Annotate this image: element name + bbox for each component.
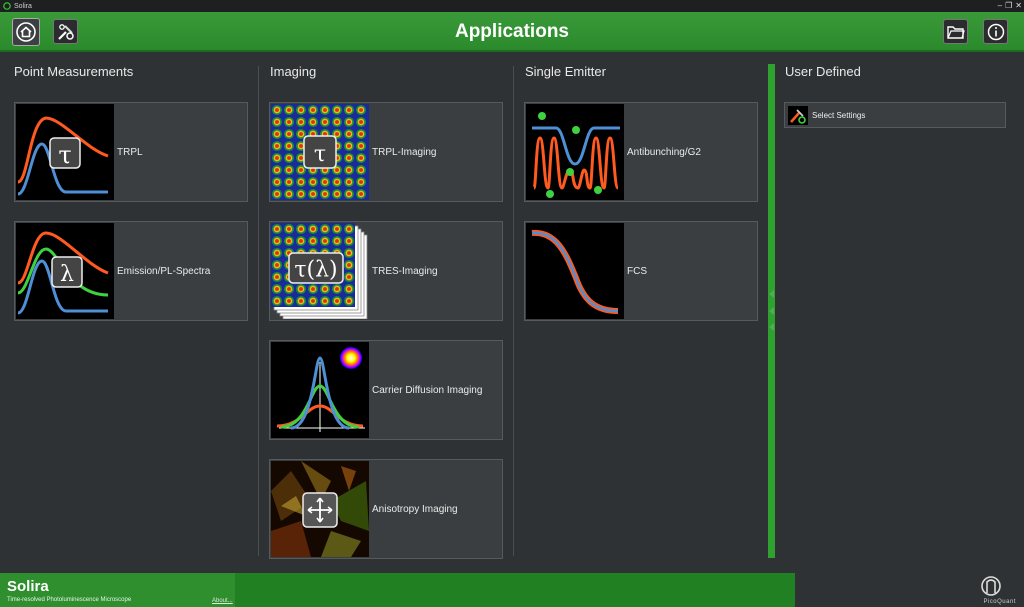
trpl-imaging-thumbnail: τ [271, 104, 369, 200]
lambda-symbol: λ [60, 262, 74, 287]
app-logo-icon [3, 2, 11, 10]
footer-status-area [235, 573, 795, 607]
collapse-arrow-icon[interactable] [769, 307, 774, 315]
symbol-label: τ(λ) [294, 257, 337, 282]
symbol-label: τ [314, 142, 326, 167]
section-title-point-measurements: Point Measurements [14, 64, 134, 79]
app-header: Applications [0, 12, 1024, 52]
anisotropy-thumbnail [271, 461, 369, 557]
app-tile-trpl[interactable]: τ TRPL [14, 102, 248, 202]
section-title-imaging: Imaging [270, 64, 317, 79]
folder-icon [946, 25, 965, 39]
tile-label: TRES-Imaging [372, 265, 438, 277]
user-item-select-settings[interactable]: Select Settings [784, 102, 1006, 128]
picoquant-logo-icon [981, 576, 1001, 596]
section-title-single-emitter: Single Emitter [525, 64, 606, 79]
page-title: Applications [454, 21, 569, 42]
fcs-thumbnail [526, 223, 624, 319]
app-tile-trpl-imaging[interactable]: τ TRPL-Imaging [269, 102, 503, 202]
column-divider [513, 66, 514, 556]
carrier-diffusion-thumbnail [271, 342, 369, 438]
minimize-button[interactable]: – [998, 0, 1002, 12]
user-item-label: Select Settings [812, 111, 866, 120]
app-tile-fcs[interactable]: FCS [524, 221, 758, 321]
section-title-user-defined: User Defined [785, 64, 861, 79]
collapse-arrow-icon[interactable] [769, 323, 774, 331]
tau-symbol: τ [58, 141, 71, 169]
company-name: PicoQuant [983, 599, 1016, 605]
collapse-arrow-icon[interactable] [769, 290, 774, 298]
close-button[interactable]: ✕ [1015, 0, 1022, 12]
maximize-button[interactable]: ❐ [1005, 0, 1012, 12]
tile-label: Carrier Diffusion Imaging [372, 384, 483, 396]
emission-spectra-thumbnail: λ [16, 223, 114, 319]
window-title: Solira [14, 2, 32, 10]
info-button[interactable] [983, 19, 1008, 44]
app-tile-tres-imaging[interactable]: τ(λ) TRES-Imaging [269, 221, 503, 321]
column-divider [258, 66, 259, 556]
tile-label: Antibunching/G2 [627, 146, 701, 158]
tile-label: FCS [627, 265, 647, 277]
tres-imaging-thumbnail: τ(λ) [271, 223, 369, 319]
footer-brand: Solira Time-resolved Photoluminescence M… [0, 573, 235, 607]
open-folder-button[interactable] [943, 19, 968, 44]
footer-bar: Solira Time-resolved Photoluminescence M… [0, 573, 1024, 607]
app-tile-carrier-diffusion-imaging[interactable]: Carrier Diffusion Imaging [269, 340, 503, 440]
info-icon [987, 23, 1004, 40]
tile-label: TRPL-Imaging [372, 146, 437, 158]
app-tile-antibunching-g2[interactable]: Antibunching/G2 [524, 102, 758, 202]
about-link[interactable]: About... [212, 598, 233, 604]
tile-label: Emission/PL-Spectra [117, 265, 211, 277]
app-tile-emission-pl-spectra[interactable]: λ Emission/PL-Spectra [14, 221, 248, 321]
tile-label: TRPL [117, 146, 143, 158]
settings-tools-icon [788, 106, 808, 125]
footer-app-name: Solira [7, 578, 49, 595]
footer-company-area: PicoQuant [795, 573, 1024, 607]
footer-subtitle: Time-resolved Photoluminescence Microsco… [7, 597, 132, 603]
app-tile-anisotropy-imaging[interactable]: Anisotropy Imaging [269, 459, 503, 559]
window-titlebar: Solira – ❐ ✕ [0, 0, 1024, 12]
tile-label: Anisotropy Imaging [372, 503, 458, 515]
trpl-thumbnail: τ [16, 104, 114, 200]
antibunching-thumbnail [526, 104, 624, 200]
